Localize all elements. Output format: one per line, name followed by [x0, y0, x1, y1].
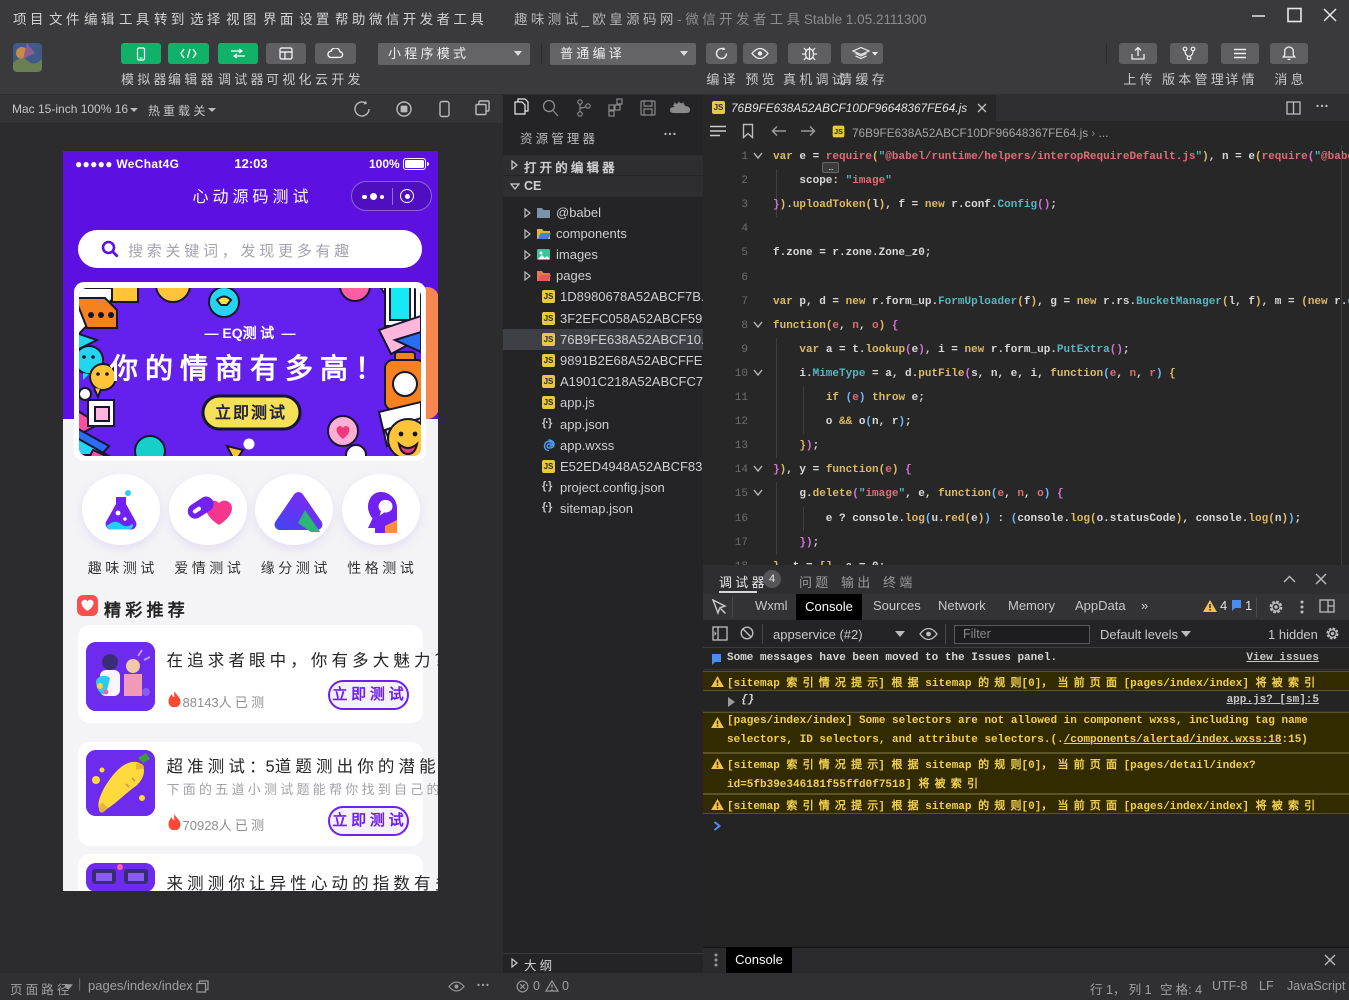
- svg-text:你的情商有多高！: 你的情商有多高！: [109, 352, 390, 384]
- svg-text:立即测试: 立即测试: [215, 403, 287, 422]
- svg-text:— EQ测试 —: — EQ测试 —: [204, 325, 295, 341]
